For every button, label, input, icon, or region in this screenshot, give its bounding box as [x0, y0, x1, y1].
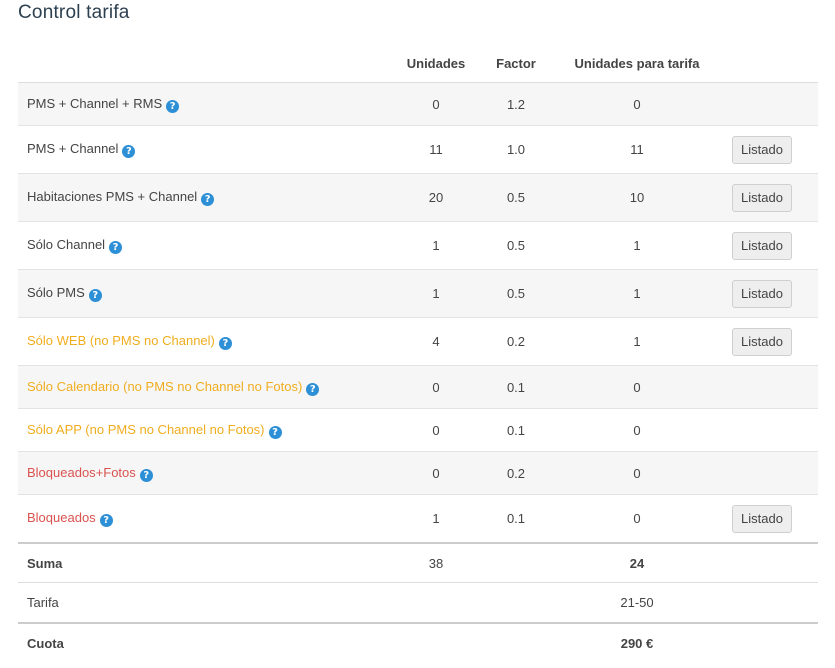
- row-label: Bloqueados+Fotos: [27, 464, 136, 480]
- row-label: PMS + Channel: [27, 141, 119, 156]
- rate-control-table: Unidades Factor Unidades para tarifa PMS…: [18, 44, 818, 662]
- table-row: Sólo PMS? 1 0.5 1 Listado: [18, 269, 818, 318]
- units-cell: 1: [395, 221, 477, 270]
- units-cell: 1: [395, 494, 477, 543]
- factor-cell: 0.1: [477, 365, 555, 409]
- table-row: Bloqueados? 1 0.1 0 Listado: [18, 494, 818, 543]
- help-icon[interactable]: ?: [139, 468, 153, 482]
- table-row: Sólo WEB (no PMS no Channel)? 4 0.2 1 Li…: [18, 317, 818, 366]
- table-row: Habitaciones PMS + Channel? 20 0.5 10 Li…: [18, 173, 818, 222]
- sum-units-for-rate: 24: [555, 542, 719, 583]
- help-icon[interactable]: ?: [99, 514, 113, 527]
- factor-cell: 0.2: [477, 451, 555, 495]
- help-icon[interactable]: ?: [166, 99, 180, 113]
- units-cell: 0: [395, 82, 477, 126]
- listado-button[interactable]: Listado: [732, 504, 792, 533]
- help-icon[interactable]: ?: [268, 425, 282, 439]
- factor-cell: 0.5: [477, 173, 555, 222]
- factor-cell: 0.5: [477, 221, 555, 270]
- units-cell: 11: [395, 125, 477, 174]
- units-for-rate-cell: 0: [555, 365, 719, 409]
- page-title: Control tarifa: [18, 2, 130, 23]
- factor-cell: 0.1: [477, 408, 555, 452]
- units-for-rate-cell: 0: [555, 451, 719, 495]
- help-icon[interactable]: ?: [109, 241, 123, 254]
- units-for-rate-cell: 11: [555, 125, 719, 174]
- help-icon[interactable]: ?: [306, 382, 320, 396]
- row-label: Habitaciones PMS + Channel: [27, 189, 198, 204]
- factor-cell: 1.0: [477, 125, 555, 174]
- header-units-for-rate: Unidades para tarifa: [555, 44, 719, 83]
- row-label: Sólo WEB (no PMS no Channel): [27, 333, 215, 348]
- table-row: PMS + Channel? 11 1.0 11 Listado: [18, 125, 818, 174]
- listado-button[interactable]: Listado: [732, 135, 792, 164]
- units-for-rate-cell: 1: [555, 317, 719, 366]
- tarifa-value: 21-50: [555, 582, 719, 623]
- listado-button[interactable]: Listado: [732, 327, 792, 356]
- units-cell: 0: [395, 365, 477, 409]
- units-cell: 1: [395, 269, 477, 318]
- header-name: [18, 44, 395, 83]
- units-cell: 4: [395, 317, 477, 366]
- help-icon[interactable]: ?: [88, 289, 102, 302]
- factor-cell: 1.2: [477, 82, 555, 126]
- header-units: Unidades: [395, 44, 477, 83]
- units-for-rate-cell: 1: [555, 269, 719, 318]
- cuota-label: Cuota: [18, 622, 395, 662]
- units-for-rate-cell: 10: [555, 173, 719, 222]
- factor-cell: 0.5: [477, 269, 555, 318]
- sum-units: 38: [395, 542, 477, 583]
- row-label: Sólo PMS: [27, 285, 85, 300]
- tarifa-label: Tarifa: [18, 582, 395, 623]
- table-row: Sólo APP (no PMS no Channel no Fotos)? 0…: [18, 408, 818, 452]
- row-label: PMS + Channel + RMS: [27, 95, 163, 111]
- units-cell: 0: [395, 451, 477, 495]
- row-label: Sólo Channel: [27, 237, 106, 252]
- units-cell: 20: [395, 173, 477, 222]
- help-icon[interactable]: ?: [201, 193, 215, 206]
- cuota-row: Cuota 290 €: [18, 622, 818, 662]
- table-row: Sólo Channel? 1 0.5 1 Listado: [18, 221, 818, 270]
- listado-button[interactable]: Listado: [732, 231, 792, 260]
- listado-button[interactable]: Listado: [732, 183, 792, 212]
- table-row: PMS + Channel + RMS? 0 1.2 0: [18, 82, 818, 126]
- sum-label: Suma: [18, 542, 395, 583]
- factor-cell: 0.2: [477, 317, 555, 366]
- header-factor: Factor: [477, 44, 555, 83]
- listado-button[interactable]: Listado: [732, 279, 792, 308]
- factor-cell: 0.1: [477, 494, 555, 543]
- units-for-rate-cell: 0: [555, 408, 719, 452]
- sum-row: Suma 38 24: [18, 542, 818, 583]
- tarifa-row: Tarifa 21-50: [18, 582, 818, 623]
- table-row: Bloqueados+Fotos? 0 0.2 0: [18, 451, 818, 495]
- help-icon[interactable]: ?: [218, 337, 232, 350]
- table-row: Sólo Calendario (no PMS no Channel no Fo…: [18, 365, 818, 409]
- units-for-rate-cell: 1: [555, 221, 719, 270]
- units-for-rate-cell: 0: [555, 82, 719, 126]
- row-label: Sólo Calendario (no PMS no Channel no Fo…: [27, 378, 303, 394]
- table-header-row: Unidades Factor Unidades para tarifa: [18, 44, 818, 83]
- units-for-rate-cell: 0: [555, 494, 719, 543]
- row-label: Sólo APP (no PMS no Channel no Fotos): [27, 421, 265, 437]
- cuota-value: 290 €: [555, 622, 719, 662]
- units-cell: 0: [395, 408, 477, 452]
- help-icon[interactable]: ?: [122, 145, 136, 158]
- header-actions: [719, 44, 818, 83]
- row-label: Bloqueados: [27, 510, 96, 525]
